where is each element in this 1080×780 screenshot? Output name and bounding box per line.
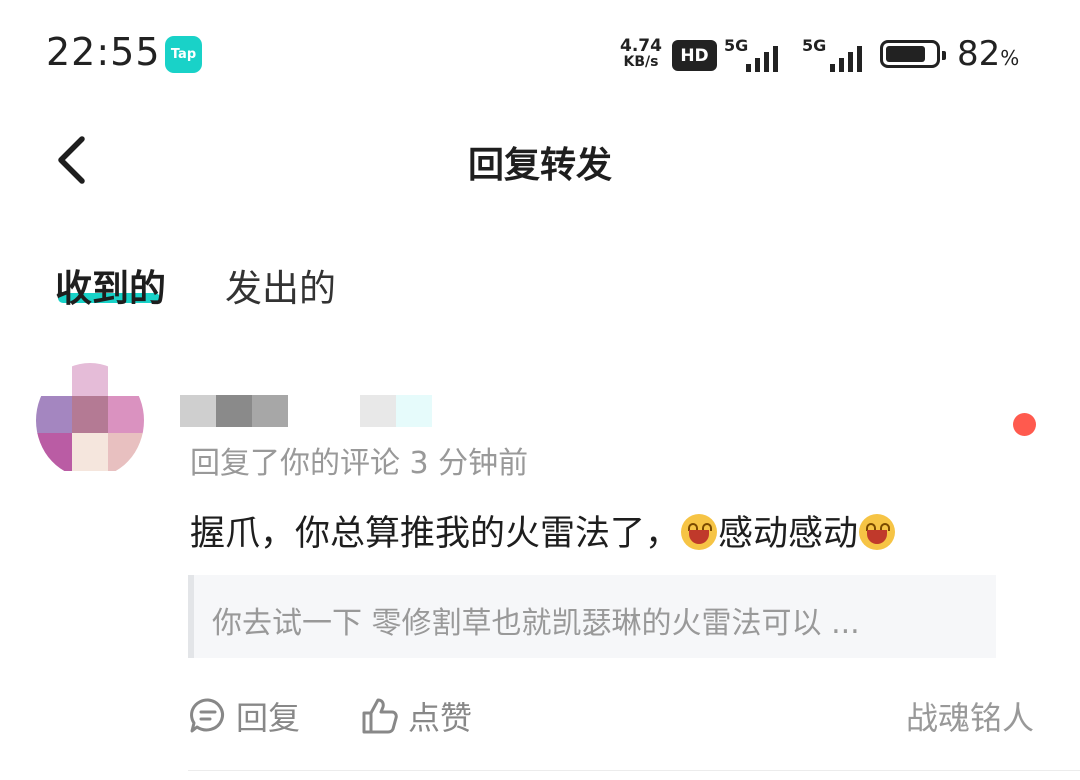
taptap-app-icon: Tap bbox=[165, 36, 202, 73]
username-blurred[interactable] bbox=[180, 380, 440, 427]
reply-button-label: 回复 bbox=[236, 699, 301, 737]
signal-bars-icon bbox=[830, 46, 862, 72]
username-blur-block bbox=[252, 395, 288, 427]
hd-label: HD bbox=[680, 45, 709, 66]
network-speed: 4.74 KB/s bbox=[615, 36, 667, 71]
battery-percent: 82% bbox=[957, 34, 1019, 74]
username-blur-block bbox=[360, 395, 396, 427]
hd-voice-icon: HD bbox=[672, 40, 717, 71]
notification-meta: 回复了你的评论 3 分钟前 bbox=[190, 446, 529, 481]
grinning-emoji-icon bbox=[859, 514, 896, 550]
grinning-emoji-icon bbox=[681, 514, 718, 550]
battery-percent-sign: % bbox=[1000, 46, 1020, 70]
battery-icon bbox=[880, 40, 946, 68]
network-speed-value: 4.74 bbox=[620, 36, 662, 56]
avatar-pixel bbox=[36, 433, 72, 471]
avatar-pixel bbox=[108, 396, 144, 434]
page-title: 回复转发 bbox=[467, 145, 612, 186]
reply-text-part1: 握爪，你总算推我的火雷法了， bbox=[190, 514, 681, 554]
username-blur-block bbox=[396, 395, 432, 427]
clock: 22:55 bbox=[46, 30, 161, 74]
quoted-comment[interactable]: 你去试一下 零修割草也就凯瑟琳的火雷法可以 ... bbox=[188, 575, 996, 658]
reply-content[interactable]: 握爪，你总算推我的火雷法了， 感动感动 bbox=[190, 505, 896, 556]
tab-received[interactable]: 收到的 bbox=[55, 258, 166, 312]
username-blur-block bbox=[216, 395, 252, 427]
avatar-pixel bbox=[72, 396, 108, 434]
username-blur-block bbox=[180, 395, 216, 427]
avatar-pixel bbox=[36, 396, 72, 434]
comment-icon bbox=[190, 698, 224, 733]
unread-dot bbox=[1013, 413, 1036, 436]
like-button-label: 点赞 bbox=[408, 699, 473, 737]
battery-fill bbox=[886, 46, 925, 62]
avatar-pixel bbox=[108, 433, 144, 471]
game-name-tag[interactable]: 战魂铭人 bbox=[906, 693, 1034, 739]
divider bbox=[188, 770, 1080, 771]
quoted-comment-text: 你去试一下 零修割草也就凯瑟琳的火雷法可以 ... bbox=[212, 606, 860, 641]
avatar[interactable] bbox=[36, 363, 144, 478]
battery-percent-value: 82 bbox=[957, 34, 1001, 74]
reply-button[interactable]: 回复 bbox=[188, 693, 300, 739]
network-speed-unit: KB/s bbox=[623, 54, 659, 70]
reply-text-part2: 感动感动 bbox=[718, 514, 859, 554]
thumbs-up-icon bbox=[362, 698, 398, 734]
avatar-pixel bbox=[72, 433, 108, 471]
battery-nub bbox=[942, 51, 946, 60]
signal-bars-icon bbox=[746, 46, 778, 72]
status-bar: 22:55 Tap 4.74 KB/s HD 5G 5G 82% bbox=[0, 0, 1080, 110]
like-button[interactable]: 点赞 bbox=[360, 693, 472, 739]
tab-sent[interactable]: 发出的 bbox=[225, 258, 336, 312]
